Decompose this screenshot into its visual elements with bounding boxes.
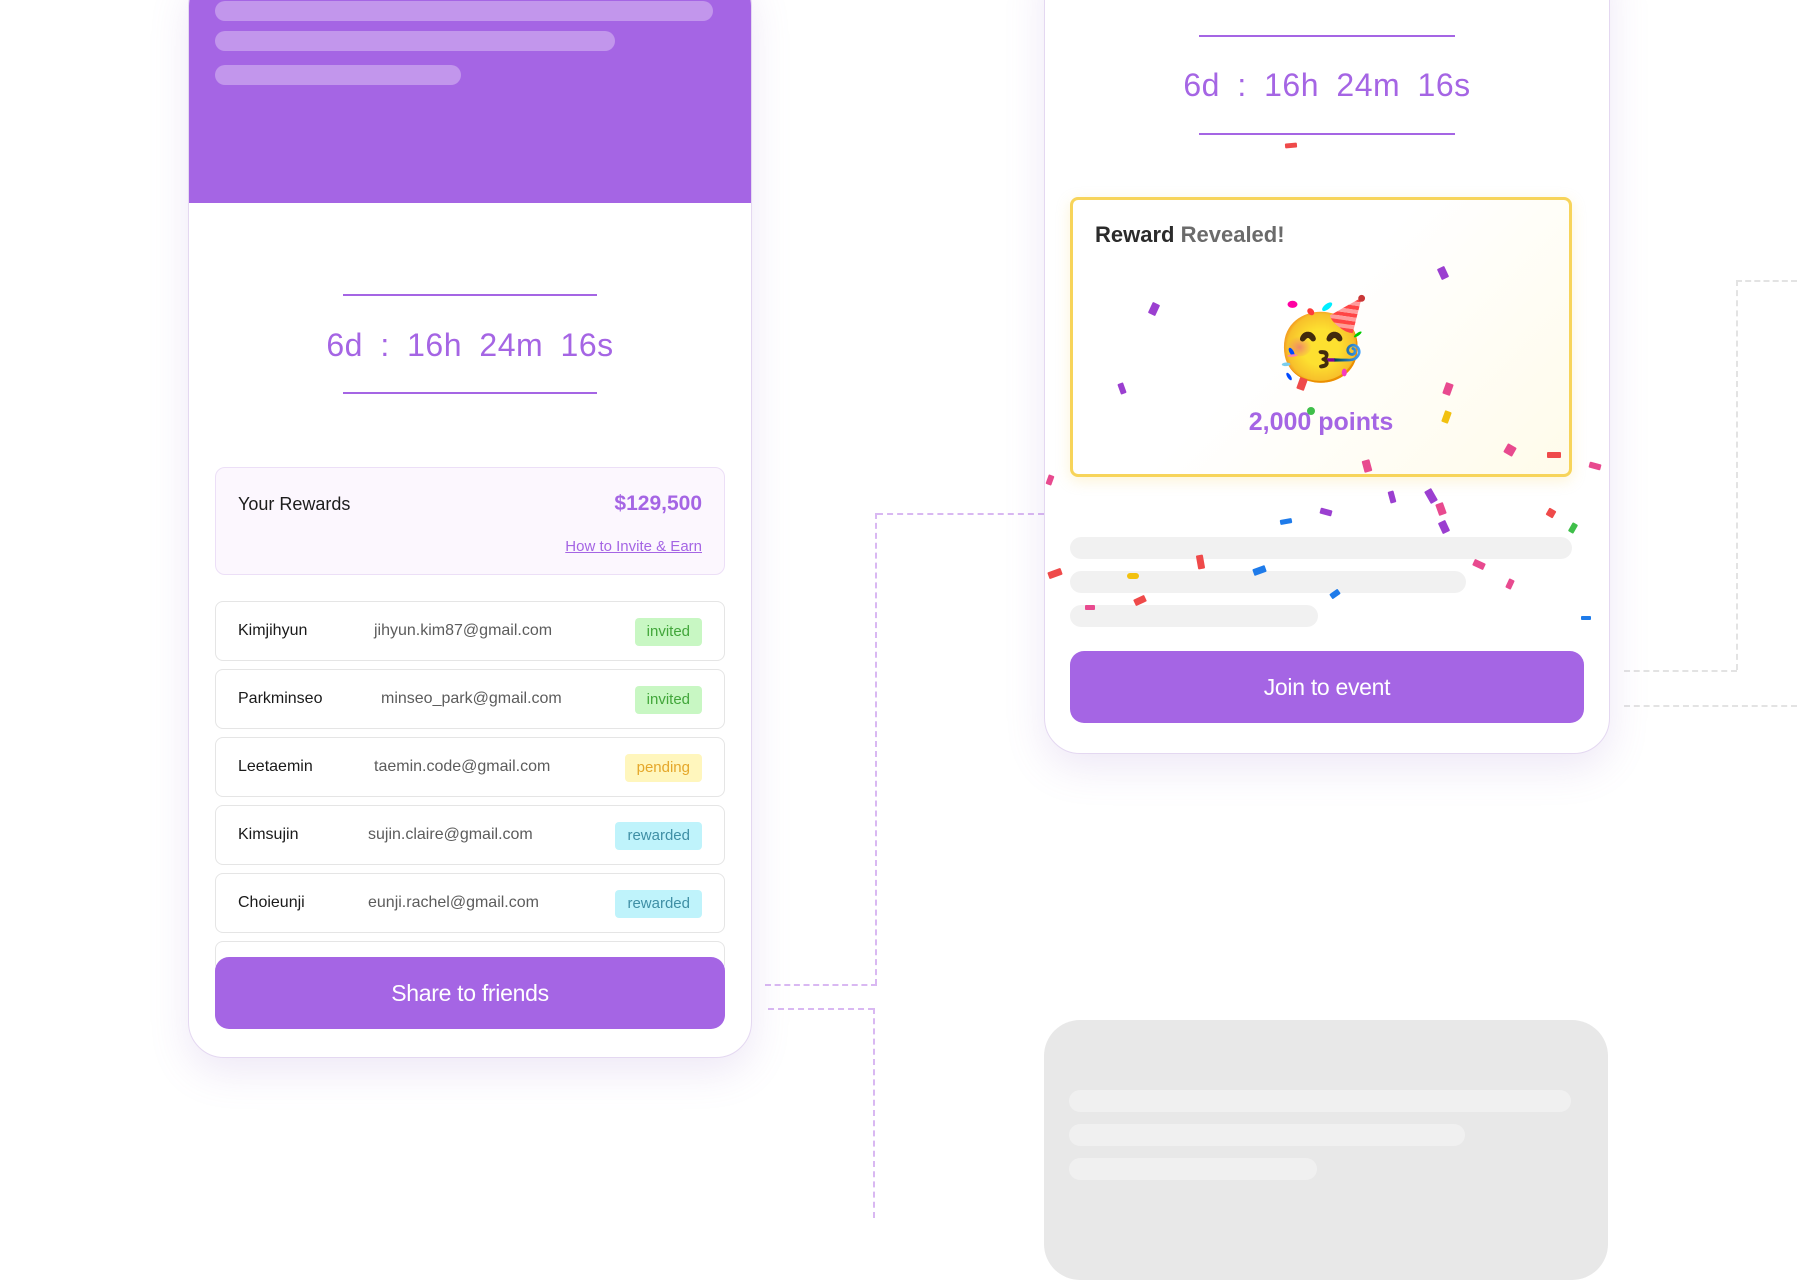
invite-name: Parkminseo [238,690,323,707]
confetti-piece [1581,616,1591,620]
divider [343,294,597,296]
invite-email: taemin.code@gmail.com [374,758,551,775]
placeholder-line [215,65,461,85]
hero-banner [189,0,751,203]
confetti-piece [1387,490,1397,504]
reveal-title: Reward Revealed! [1095,222,1285,248]
invite-row[interactable]: Parkminseo minseo_park@gmail.com invited [215,669,725,729]
party-face-icon: 🥳 [1272,295,1370,383]
countdown-timer: 6d : 16h 24m 16s [326,327,614,363]
reveal-title-strong: Reward [1095,222,1175,247]
invite-row[interactable]: Kimsujin sujin.claire@gmail.com rewarded [215,805,725,865]
rewards-value: $129,500 [614,492,702,515]
confetti-piece [1437,519,1451,535]
confetti-piece [1588,461,1602,471]
invite-email: jihyun.kim87@gmail.com [374,622,553,639]
invite-name: Kimsujin [238,826,299,843]
connector-line [1624,670,1737,672]
status-badge: invited [634,618,702,646]
confetti-piece [1279,517,1293,526]
status-badge: pending [624,754,702,782]
confetti-piece [1319,507,1333,517]
event-screen-card: 6d : 16h 24m 16s Reward Revealed! 🥳 2,00… [1044,0,1610,754]
how-to-invite-link[interactable]: How to Invite & Earn [565,538,702,555]
confetti-piece [1505,578,1515,590]
confetti-piece [1472,558,1486,571]
reveal-title-soft: Revealed! [1180,222,1285,247]
rewards-summary: Your Rewards $129,500 How to Invite & Ea… [215,467,725,575]
status-badge: rewarded [615,890,702,918]
confetti-piece [1127,573,1139,579]
status-badge: invited [634,686,702,714]
confetti-piece [1435,501,1447,517]
confetti-piece [1047,567,1063,580]
confetti-piece [1545,507,1557,519]
referral-screen-card: 6d : 16h 24m 16s Your Rewards $129,500 H… [188,0,752,1058]
placeholder-line [1069,1124,1465,1146]
connector-line [768,1008,874,1010]
placeholder-line [1070,605,1318,627]
connector-line [1624,705,1797,707]
placeholder-line [1069,1090,1571,1112]
countdown-timer: 6d : 16h 24m 16s [1183,67,1471,103]
connector-line [1736,280,1797,282]
confetti-piece [1307,407,1315,415]
invite-email: sujin.claire@gmail.com [368,826,533,843]
invite-name: Leetaemin [238,758,313,775]
status-badge: rewarded [615,822,702,850]
confetti-piece [1547,452,1561,458]
invite-email: minseo_park@gmail.com [381,690,562,707]
confetti-piece [1284,142,1298,149]
divider [343,392,597,394]
placeholder-line [215,31,615,51]
confetti-piece [1085,605,1095,610]
confetti-piece [1424,487,1438,505]
confetti-piece [1567,522,1579,534]
invite-row[interactable]: Choieunji eunji.rachel@gmail.com rewarde… [215,873,725,933]
invite-name: Kimjihyun [238,622,308,639]
join-to-event-button[interactable]: Join to event [1070,651,1584,723]
connector-line [877,513,1044,515]
rewards-label: Your Rewards [238,494,351,514]
points-value: 2,000 points [1248,408,1394,436]
invite-name: Choieunji [238,894,305,911]
connector-line [1736,280,1738,670]
placeholder-line [215,1,713,21]
placeholder-line [1069,1158,1317,1180]
connector-line [765,984,877,986]
placeholder-line [1070,537,1572,559]
confetti-piece [1045,474,1055,486]
connector-line [875,513,877,985]
invite-row[interactable]: Kimjihyun jihyun.kim87@gmail.com invited [215,601,725,661]
divider [1199,133,1455,135]
share-to-friends-button[interactable]: Share to friends [215,957,725,1029]
reward-revealed-card: Reward Revealed! 🥳 2,000 points [1070,197,1572,477]
invite-row[interactable]: Leetaemin taemin.code@gmail.com pending [215,737,725,797]
connector-line [873,1008,875,1218]
invite-email: eunji.rachel@gmail.com [368,894,539,911]
divider [1199,35,1455,37]
placeholder-card [1044,1020,1608,1280]
